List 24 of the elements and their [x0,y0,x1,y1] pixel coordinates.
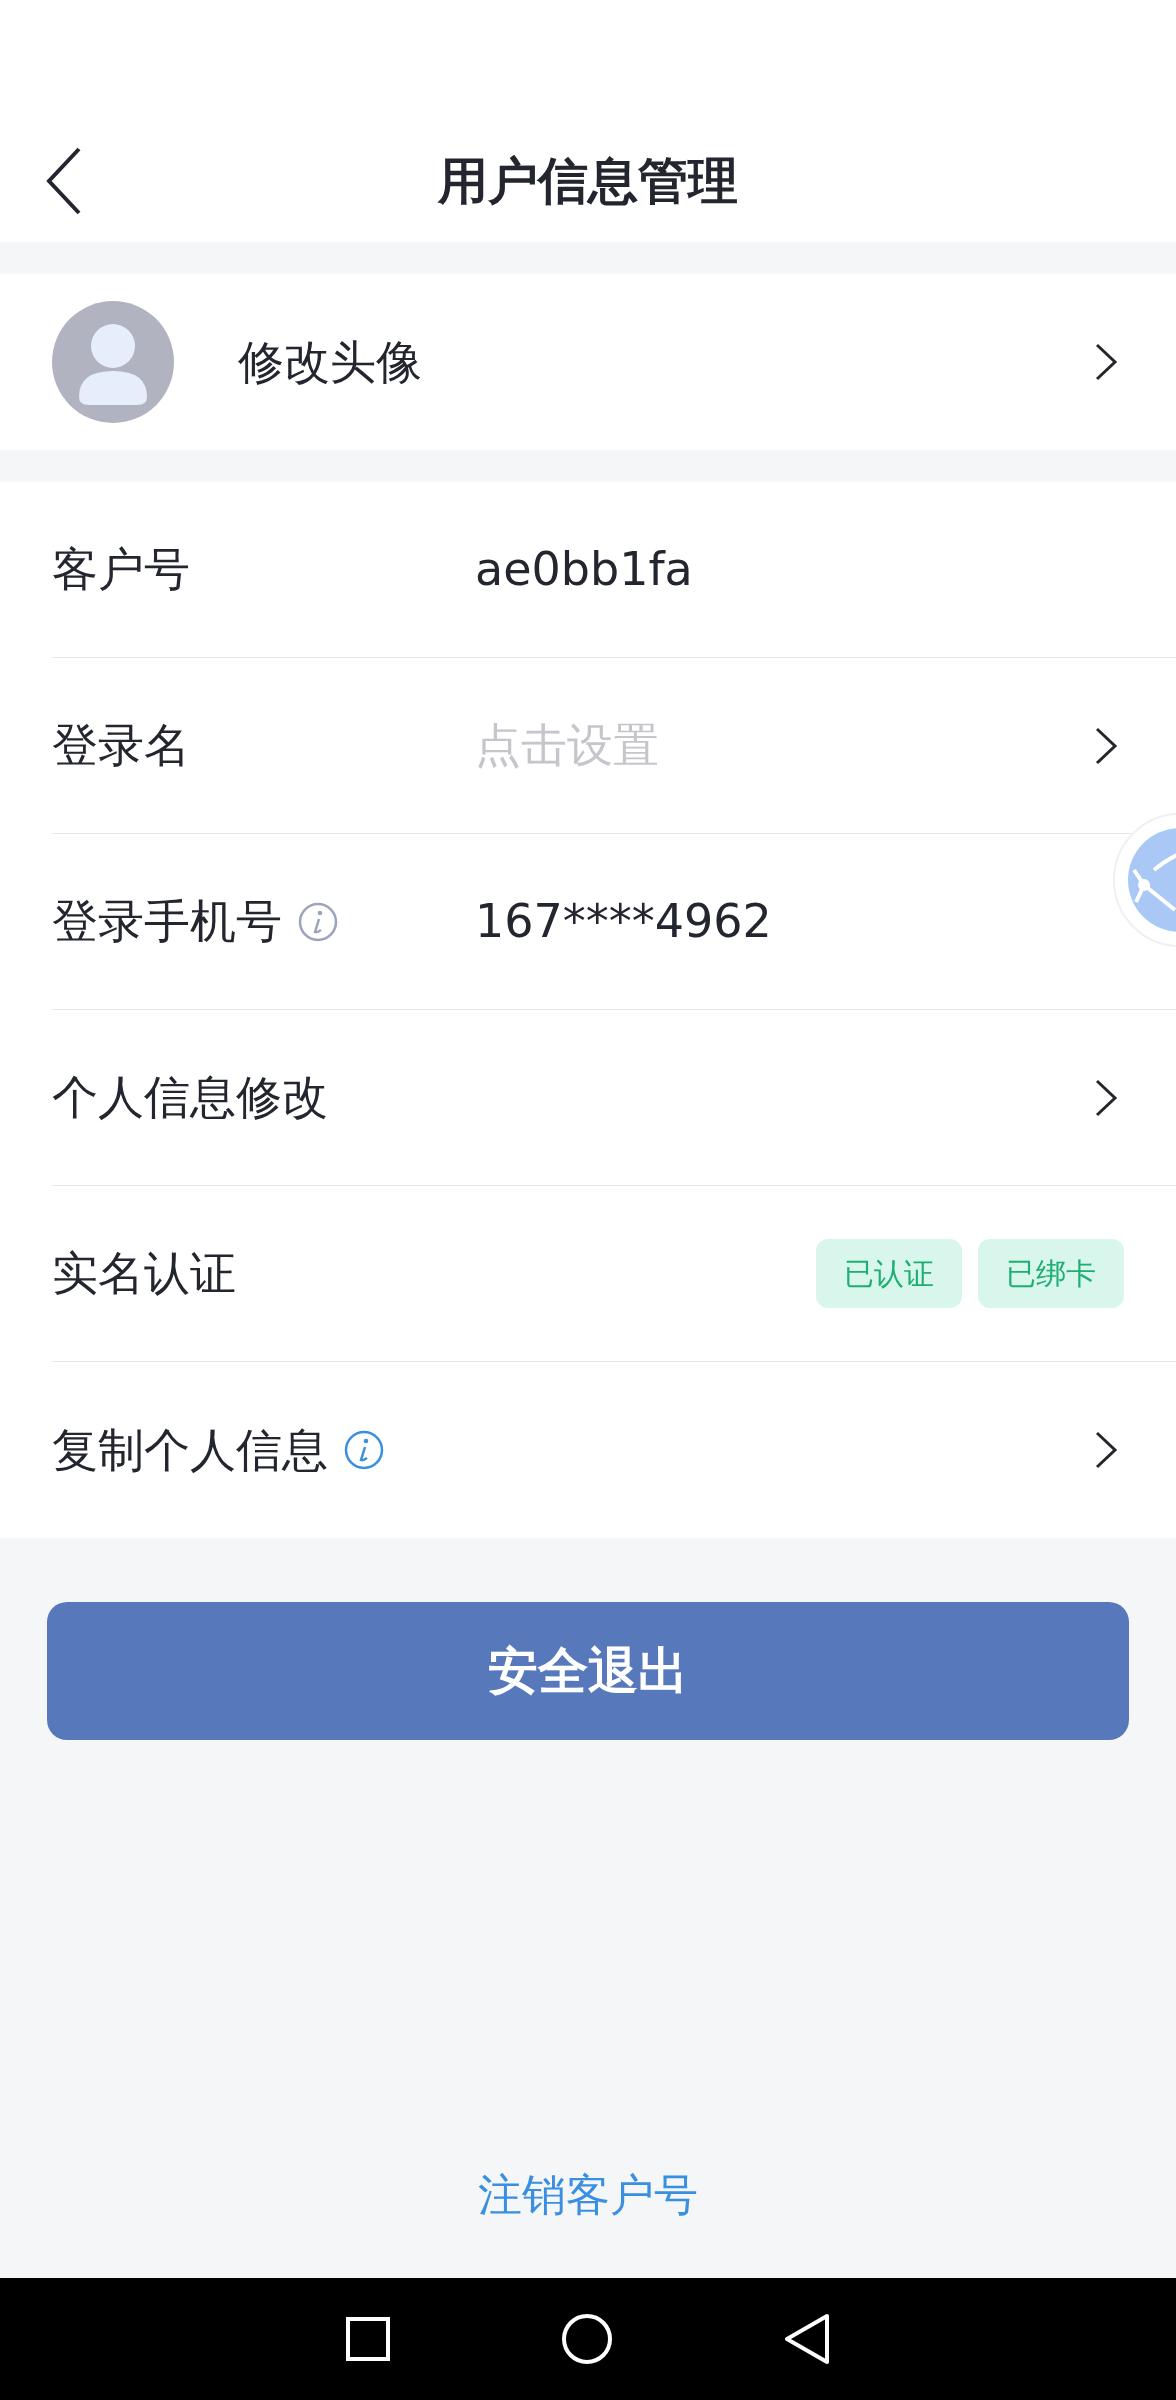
placeholder-text: 点击设置 [475,717,660,774]
avatar-row[interactable]: 修改头像 [0,274,1176,450]
home-icon[interactable] [561,2313,613,2365]
info-icon[interactable] [344,1430,384,1470]
row-label: 客户号 [52,541,190,598]
row-label: 个人信息修改 [52,1069,328,1126]
row-label: 复制个人信息 [52,1421,328,1479]
page-title: 用户信息管理 [438,150,738,212]
avatar-label: 修改头像 [238,333,423,391]
row-value: 167****4962 [475,893,773,950]
settings-row[interactable]: 个人信息修改 [52,1010,1176,1186]
status-tag: 已认证 [816,1239,962,1308]
row-value: ae0bb1fa [475,541,694,598]
status-tag: 已绑卡 [978,1239,1124,1308]
row-label: 登录手机号 [52,893,282,950]
recent-apps-icon[interactable] [345,2316,391,2362]
avatar-icon [52,301,174,423]
back-nav-icon[interactable] [783,2313,831,2365]
logout-button[interactable]: 安全退出 [47,1602,1129,1740]
chevron-icon [1094,342,1118,382]
settings-row[interactable]: 复制个人信息 [52,1362,1176,1538]
row-label: 登录名 [52,717,190,774]
row-label: 实名认证 [52,1245,236,1302]
back-icon[interactable] [46,146,82,216]
